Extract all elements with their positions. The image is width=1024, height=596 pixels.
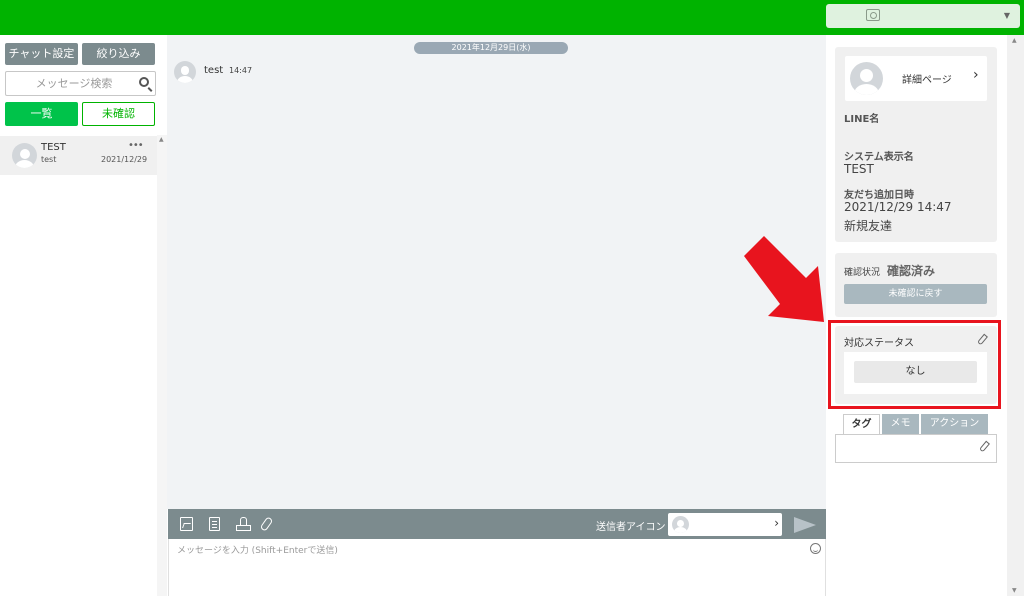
date-separator: 2021年12月29日(水) <box>414 42 568 54</box>
contact-date: 2021/12/29 <box>101 155 148 164</box>
scroll-up-icon[interactable]: ▲ <box>1012 37 1017 44</box>
search-box <box>5 71 156 96</box>
contact-list-item[interactable]: TEST test ••• 2021/12/29 <box>0 136 157 175</box>
account-selector[interactable]: ▼ <box>826 4 1020 28</box>
line-name-label: LINE名 <box>844 114 880 125</box>
highlight-box <box>828 320 1001 409</box>
emoji-icon[interactable] <box>810 543 821 554</box>
tab-action[interactable]: アクション <box>921 414 988 434</box>
image-icon[interactable] <box>180 517 193 531</box>
tag-box <box>835 434 997 463</box>
attachment-icon[interactable] <box>259 516 274 532</box>
avatar <box>12 143 37 168</box>
confirm-status-value: 確認済み <box>887 264 936 278</box>
revert-unconfirmed-button[interactable]: 未確認に戻す <box>844 284 987 304</box>
contact-name: TEST <box>41 142 66 153</box>
message-input[interactable] <box>177 543 797 583</box>
right-panel-scrollbar[interactable]: ▲ ▼ <box>1007 35 1024 596</box>
pencil-icon[interactable] <box>979 440 990 453</box>
tab-all[interactable]: 一覧 <box>5 102 78 126</box>
scroll-up-icon[interactable]: ▲ <box>159 136 164 143</box>
contact-subtitle: test <box>41 155 57 164</box>
filter-button[interactable]: 絞り込み <box>82 43 155 65</box>
profile-card: 詳細ページ › LINE名 システム表示名 TEST 友だち追加日時 2021/… <box>835 47 997 242</box>
chevron-right-icon: › <box>973 67 979 83</box>
tab-tag[interactable]: タグ <box>843 414 880 434</box>
sender-icon-select[interactable]: › <box>668 513 782 536</box>
confirm-status-label: 確認状況 <box>844 268 881 278</box>
composer-toolbar: 送信者アイコン › <box>168 509 826 539</box>
message-time: 14:47 <box>229 66 253 75</box>
scroll-down-icon[interactable]: ▼ <box>1012 587 1017 594</box>
system-name-label: システム表示名 <box>844 152 914 163</box>
stamp-icon[interactable] <box>236 517 251 531</box>
chat-settings-button[interactable]: チャット設定 <box>5 43 78 65</box>
message-avatar <box>174 61 196 83</box>
search-input[interactable] <box>14 72 134 95</box>
send-icon[interactable] <box>794 517 816 533</box>
tab-unread[interactable]: 未確認 <box>82 102 155 126</box>
document-icon[interactable] <box>209 517 220 531</box>
message-sender: test <box>204 65 224 76</box>
detail-page-link[interactable]: 詳細ページ › <box>845 56 987 101</box>
friend-added-label: 友だち追加日時 <box>844 190 914 201</box>
confirm-status-card: 確認状況 確認済み 未確認に戻す <box>835 253 997 317</box>
sender-icon-label: 送信者アイコン <box>596 522 666 533</box>
detail-page-label: 詳細ページ <box>902 75 952 86</box>
tab-memo[interactable]: メモ <box>882 414 919 434</box>
chat-area <box>167 35 826 509</box>
avatar <box>672 516 689 533</box>
red-arrow-annotation <box>744 236 824 322</box>
camera-icon <box>866 9 880 21</box>
avatar <box>850 62 883 95</box>
more-options-icon[interactable]: ••• <box>128 140 144 151</box>
system-name-value: TEST <box>844 162 874 176</box>
friend-type: 新規友達 <box>844 219 893 233</box>
search-icon[interactable] <box>139 77 149 87</box>
friend-added-value: 2021/12/29 14:47 <box>844 200 952 214</box>
message-composer <box>168 539 826 596</box>
contact-list-scrollbar[interactable]: ▲ <box>157 135 167 596</box>
chevron-down-icon: ▼ <box>1003 11 1010 20</box>
chevron-right-icon: › <box>774 516 779 530</box>
